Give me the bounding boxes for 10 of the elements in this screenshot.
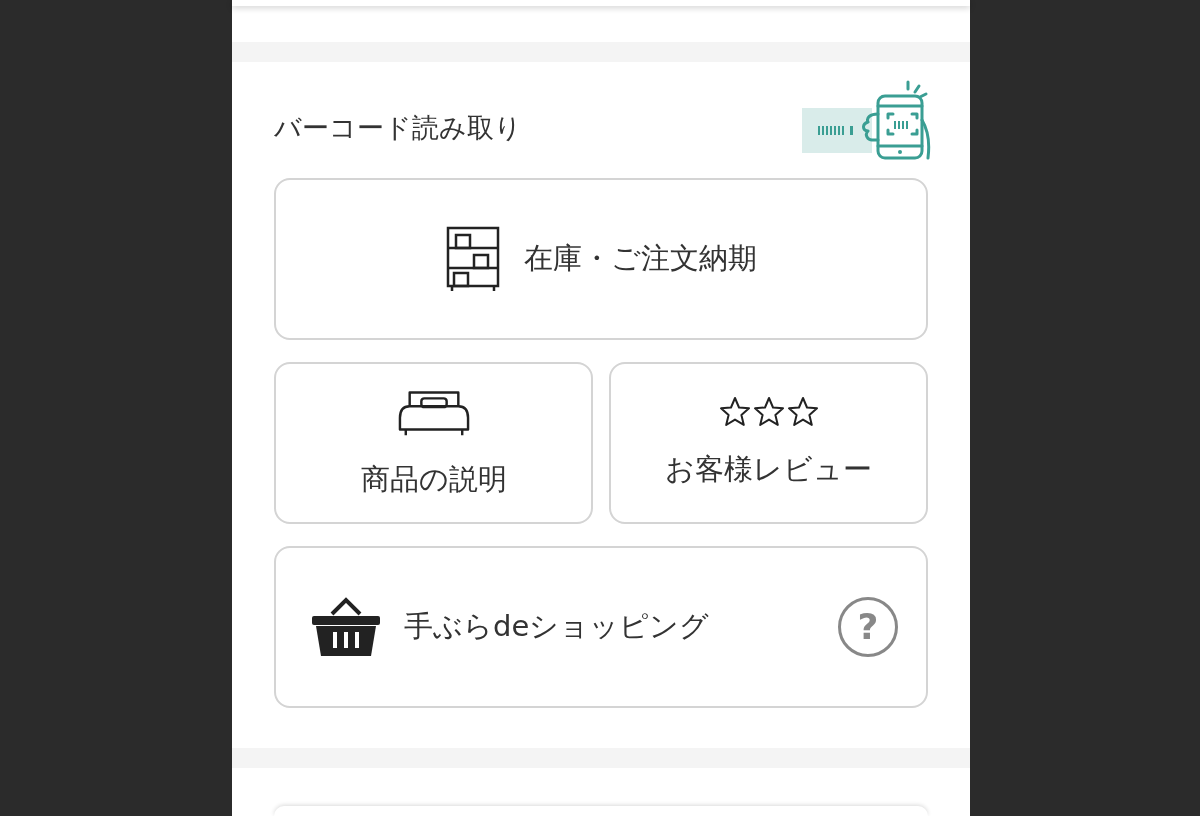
shopping-button[interactable]: 手ぶらdeショッピング ? xyxy=(274,545,928,708)
basket-icon xyxy=(312,595,380,658)
review-button[interactable]: お客様レビュー xyxy=(609,361,928,524)
stars-icon xyxy=(718,395,819,428)
product-info-button[interactable]: 商品の説明 xyxy=(274,361,593,524)
help-icon[interactable]: ? xyxy=(838,596,898,657)
phone-scan-icon xyxy=(802,79,932,160)
shelf-icon xyxy=(445,225,500,292)
stock-button[interactable]: 在庫・ご注文納期 xyxy=(274,177,928,340)
section-title: バーコード読み取り xyxy=(274,110,522,145)
